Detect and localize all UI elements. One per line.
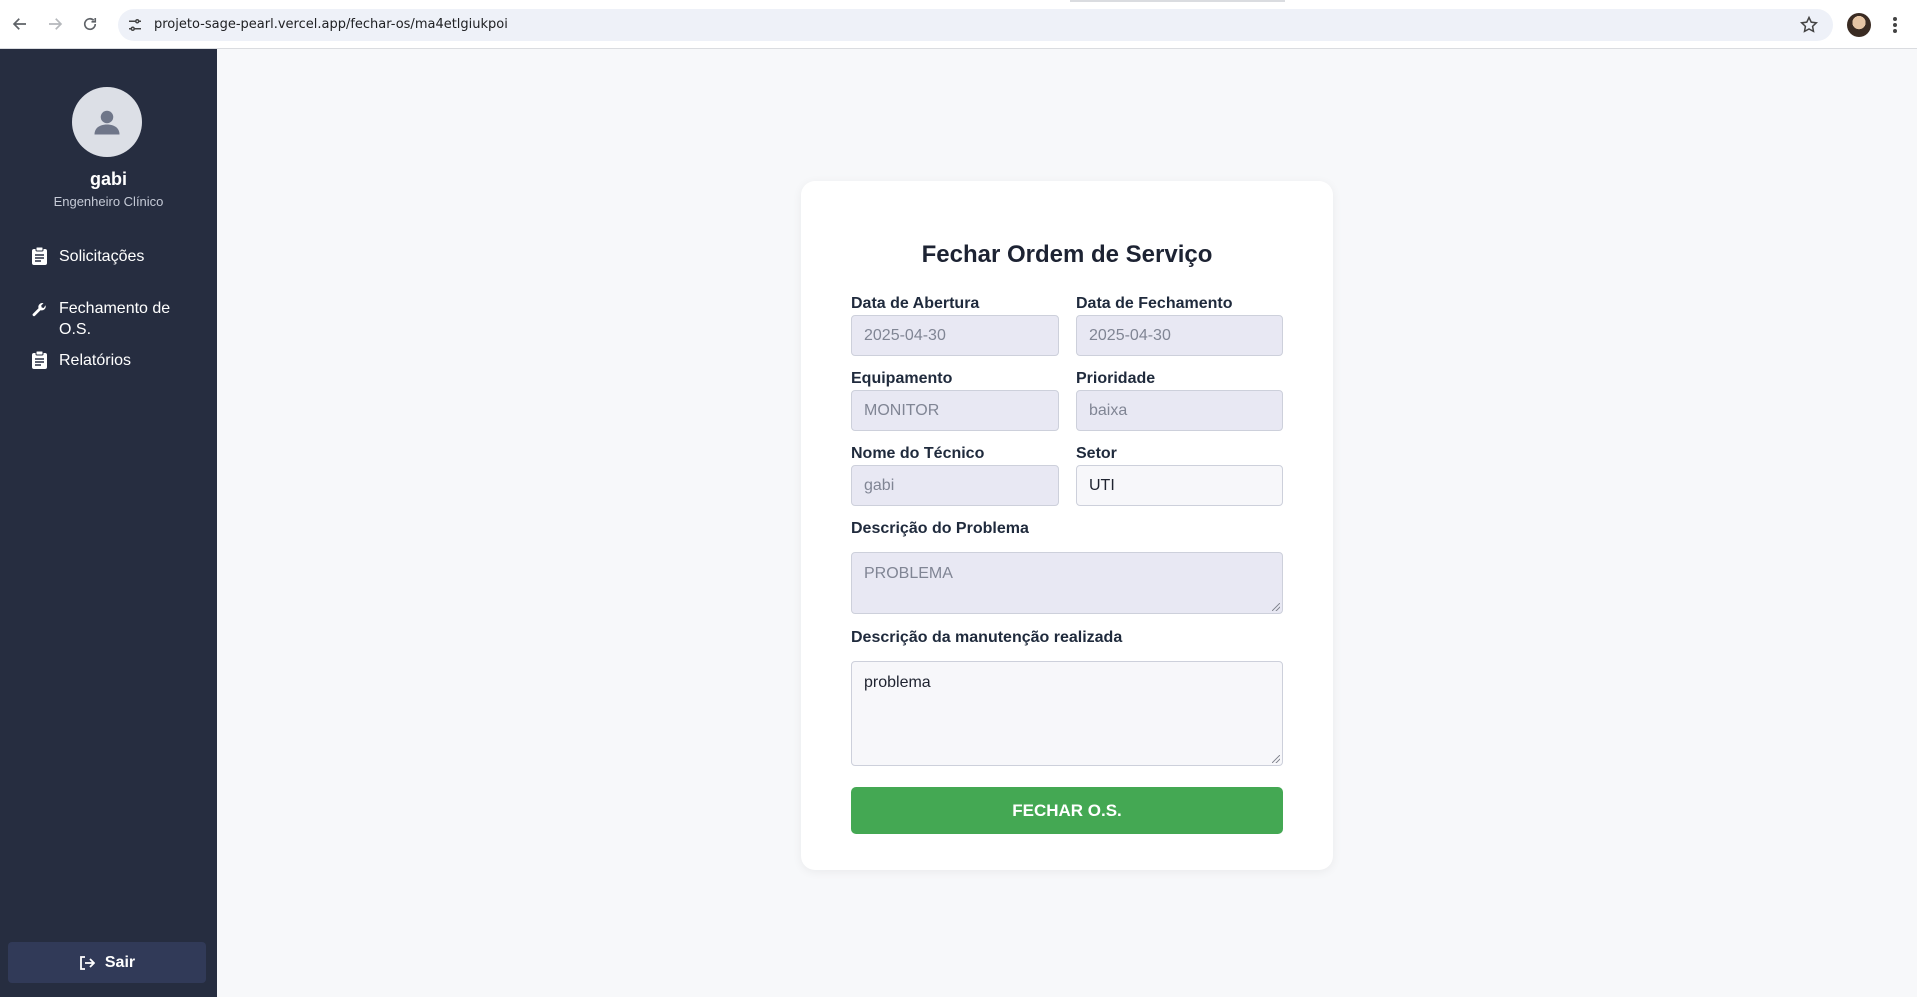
site-info-icon[interactable] (126, 16, 144, 34)
equipamento-field[interactable]: MONITOR (851, 390, 1059, 431)
equipamento-label: Equipamento (851, 370, 953, 387)
prioridade-field[interactable]: baixa (1076, 390, 1283, 431)
manutencao-textarea[interactable]: problema (851, 661, 1283, 766)
forward-icon[interactable] (43, 12, 67, 36)
problema-textarea[interactable]: PROBLEMA (851, 552, 1283, 614)
browser-toolbar: projeto-sage-pearl.vercel.app/fechar-os/… (0, 0, 1917, 49)
data-fechamento-field[interactable]: 2025-04-30 (1076, 315, 1283, 356)
data-abertura-label: Data de Abertura (851, 295, 980, 312)
close-order-card: Fechar Ordem de Serviço Data de Abertura… (801, 181, 1333, 870)
page-title: Fechar Ordem de Serviço (921, 241, 1213, 268)
data-abertura-field[interactable]: 2025-04-30 (851, 315, 1059, 356)
profile-avatar[interactable] (1847, 13, 1871, 37)
logout-button[interactable]: Sair (8, 942, 206, 983)
sidebar-item-relatorios[interactable]: Relatórios (32, 350, 184, 371)
problema-label: Descrição do Problema (851, 520, 1029, 537)
tab-strip (1070, 0, 1285, 2)
sidebar-item-solicitacoes[interactable]: Solicitações (32, 246, 184, 267)
sidebar-item-label: Solicitações (59, 248, 145, 265)
sidebar-item-label: Fechamento de O.S. (59, 300, 171, 338)
back-icon[interactable] (8, 12, 32, 36)
fechar-os-button[interactable]: FECHAR O.S. (851, 787, 1283, 834)
address-bar[interactable]: projeto-sage-pearl.vercel.app/fechar-os/… (118, 9, 1833, 41)
resize-handle[interactable] (1272, 755, 1280, 763)
clipboard-icon (32, 351, 47, 369)
logout-label: Sair (104, 953, 136, 971)
user-role: Engenheiro Clínico (53, 194, 164, 209)
reload-icon[interactable] (78, 12, 102, 36)
sidebar-item-fechamento[interactable]: Fechamento de O.S. (32, 298, 184, 340)
sidebar-item-label: Relatórios (59, 352, 132, 369)
sidebar: gabi Engenheiro Clínico Solicitações Fec… (0, 49, 217, 997)
user-avatar (72, 87, 142, 157)
clipboard-icon (32, 247, 47, 265)
browser-menu-icon[interactable] (1885, 13, 1905, 37)
url-text: projeto-sage-pearl.vercel.app/fechar-os/… (154, 17, 508, 32)
bookmark-star-icon[interactable] (1799, 15, 1819, 35)
tecnico-label: Nome do Técnico (851, 445, 985, 462)
prioridade-label: Prioridade (1076, 370, 1156, 387)
problema-text: PROBLEMA (864, 565, 953, 582)
manutencao-label: Descrição da manutenção realizada (851, 629, 1123, 646)
manutencao-text: problema (864, 674, 931, 691)
user-icon (94, 110, 120, 135)
wrench-icon (32, 303, 46, 317)
tecnico-field[interactable]: gabi (851, 465, 1059, 506)
setor-field[interactable]: UTI (1076, 465, 1283, 506)
user-name: gabi (89, 169, 127, 189)
data-fechamento-label: Data de Fechamento (1076, 295, 1233, 312)
logout-icon (79, 955, 95, 970)
resize-handle[interactable] (1272, 603, 1280, 611)
setor-label: Setor (1076, 445, 1117, 462)
